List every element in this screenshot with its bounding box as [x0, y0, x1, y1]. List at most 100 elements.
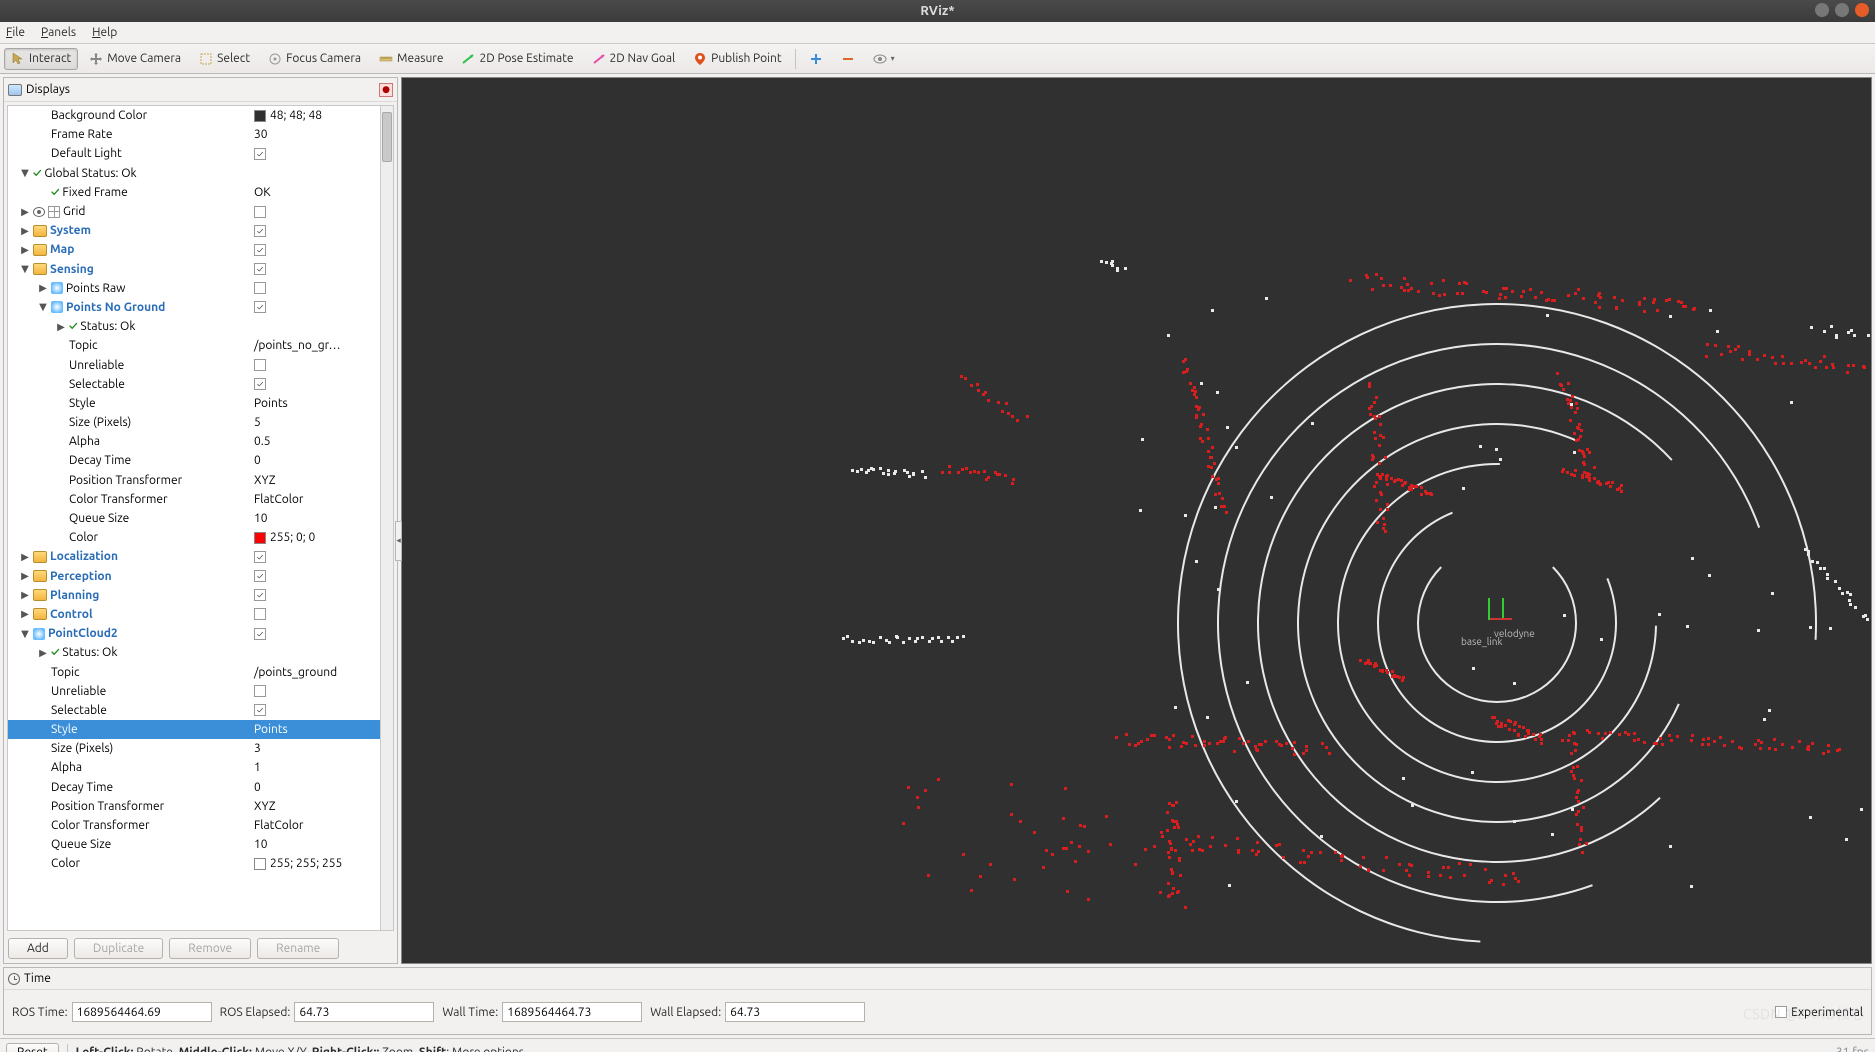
tool-plus[interactable] [802, 48, 830, 70]
tree-row[interactable]: Unreliable [8, 355, 393, 374]
checkbox[interactable] [254, 206, 266, 218]
expand-arrow-icon[interactable] [38, 301, 48, 313]
tree-row[interactable]: PointCloud2 [8, 624, 393, 643]
checkbox[interactable] [254, 148, 266, 160]
checkbox[interactable] [254, 244, 266, 256]
checkbox[interactable] [254, 282, 266, 294]
checkbox[interactable] [254, 263, 266, 275]
maximize-button[interactable] [1835, 3, 1849, 17]
checkbox[interactable] [254, 608, 266, 620]
tree-row[interactable]: Map [8, 240, 393, 259]
checkbox[interactable] [254, 359, 266, 371]
tree-row[interactable]: Size (Pixels)3 [8, 739, 393, 758]
checkbox[interactable] [254, 225, 266, 237]
close-button[interactable] [1855, 3, 1869, 17]
menu-help[interactable]: Help [92, 26, 117, 39]
checkbox[interactable] [254, 589, 266, 601]
panel-splitter-handle[interactable]: ◂ [395, 521, 402, 561]
reset-button[interactable]: Reset [6, 1043, 59, 1052]
tree-row[interactable]: Sensing [8, 260, 393, 279]
remove-button[interactable]: Remove [169, 938, 251, 959]
tree-row[interactable]: StylePoints [8, 394, 393, 413]
wall-time-field[interactable] [502, 1002, 642, 1022]
duplicate-button[interactable]: Duplicate [74, 938, 163, 959]
tree-row[interactable]: StylePoints [8, 720, 393, 739]
tree-row[interactable]: Decay Time0 [8, 778, 393, 797]
tool-pose-estimate[interactable]: 2D Pose Estimate [454, 48, 580, 70]
ros-elapsed-field[interactable] [294, 1002, 434, 1022]
tree-row[interactable]: ✓Global Status: Ok [8, 164, 393, 183]
tool-measure[interactable]: Measure [372, 48, 450, 70]
tree-row[interactable]: Control [8, 605, 393, 624]
tree-row[interactable]: ✓Status: Ok [8, 317, 393, 336]
tree-row[interactable]: Decay Time0 [8, 451, 393, 470]
tree-row[interactable]: Alpha0.5 [8, 432, 393, 451]
minimize-button[interactable] [1815, 3, 1829, 17]
tree-row[interactable]: ✓Status: Ok [8, 643, 393, 662]
tree-row[interactable]: Background Color48; 48; 48 [8, 106, 393, 125]
expand-arrow-icon[interactable] [56, 321, 66, 333]
tree-row[interactable]: Selectable [8, 375, 393, 394]
tool-visibility[interactable]: ▾ [866, 48, 902, 70]
tree-row[interactable]: Position TransformerXYZ [8, 797, 393, 816]
expand-arrow-icon[interactable] [20, 589, 30, 601]
tree-scrollbar[interactable] [380, 106, 393, 930]
checkbox[interactable] [254, 570, 266, 582]
tree-row[interactable]: Points No Ground [8, 298, 393, 317]
expand-arrow-icon[interactable] [20, 570, 30, 582]
wall-elapsed-field[interactable] [725, 1002, 865, 1022]
menu-file[interactable]: File [6, 26, 25, 39]
panel-close-button[interactable]: ● [379, 83, 393, 97]
tree-row[interactable]: Frame Rate30 [8, 125, 393, 144]
tool-interact[interactable]: Interact [4, 48, 78, 70]
rename-button[interactable]: Rename [257, 938, 339, 959]
tree-row[interactable]: Points Raw [8, 279, 393, 298]
tool-focus-camera[interactable]: Focus Camera [261, 48, 368, 70]
tool-move-camera[interactable]: Move Camera [82, 48, 188, 70]
expand-arrow-icon[interactable] [20, 628, 30, 640]
expand-arrow-icon[interactable] [20, 206, 30, 218]
expand-arrow-icon[interactable] [20, 225, 30, 237]
3d-viewport[interactable]: ◂ base_link velodyne [401, 77, 1872, 964]
tree-row[interactable]: Localization [8, 547, 393, 566]
tool-minus[interactable] [834, 48, 862, 70]
expand-arrow-icon[interactable] [38, 647, 48, 659]
checkbox[interactable] [254, 301, 266, 313]
expand-arrow-icon[interactable] [20, 551, 30, 563]
tree-row[interactable]: Topic/points_ground [8, 662, 393, 681]
ros-time-field[interactable] [72, 1002, 212, 1022]
tree-row[interactable]: System [8, 221, 393, 240]
tree-row[interactable]: Queue Size10 [8, 509, 393, 528]
tree-row[interactable]: Selectable [8, 701, 393, 720]
expand-arrow-icon[interactable] [20, 608, 30, 620]
expand-arrow-icon[interactable] [38, 282, 48, 294]
tree-row[interactable]: Color TransformerFlatColor [8, 490, 393, 509]
tree-row[interactable]: Grid [8, 202, 393, 221]
checkbox[interactable] [254, 685, 266, 697]
expand-arrow-icon[interactable] [20, 167, 30, 179]
scrollbar-thumb[interactable] [382, 112, 392, 162]
tree-row[interactable]: Planning [8, 586, 393, 605]
displays-tree[interactable]: Background Color48; 48; 48Frame Rate30De… [7, 105, 394, 931]
tree-row[interactable]: Perception [8, 567, 393, 586]
tree-row[interactable]: Size (Pixels)5 [8, 413, 393, 432]
tool-select[interactable]: Select [192, 48, 257, 70]
checkbox[interactable] [254, 551, 266, 563]
tree-row[interactable]: Topic/points_no_gr… [8, 336, 393, 355]
menu-panels[interactable]: Panels [41, 26, 76, 39]
tree-row[interactable]: Color255; 255; 255 [8, 854, 393, 873]
tree-row[interactable]: Color TransformerFlatColor [8, 816, 393, 835]
tree-row[interactable]: ✓Fixed FrameOK [8, 183, 393, 202]
tree-row[interactable]: Alpha1 [8, 758, 393, 777]
tool-nav-goal[interactable]: 2D Nav Goal [585, 48, 683, 70]
checkbox[interactable] [254, 704, 266, 716]
add-button[interactable]: Add [8, 938, 68, 959]
checkbox[interactable] [254, 378, 266, 390]
tool-publish-point[interactable]: Publish Point [686, 48, 788, 70]
tree-row[interactable]: Color255; 0; 0 [8, 528, 393, 547]
expand-arrow-icon[interactable] [20, 244, 30, 256]
tree-row[interactable]: Queue Size10 [8, 835, 393, 854]
tree-row[interactable]: Position TransformerXYZ [8, 471, 393, 490]
tree-row[interactable]: Unreliable [8, 682, 393, 701]
tree-row[interactable]: Default Light [8, 144, 393, 163]
